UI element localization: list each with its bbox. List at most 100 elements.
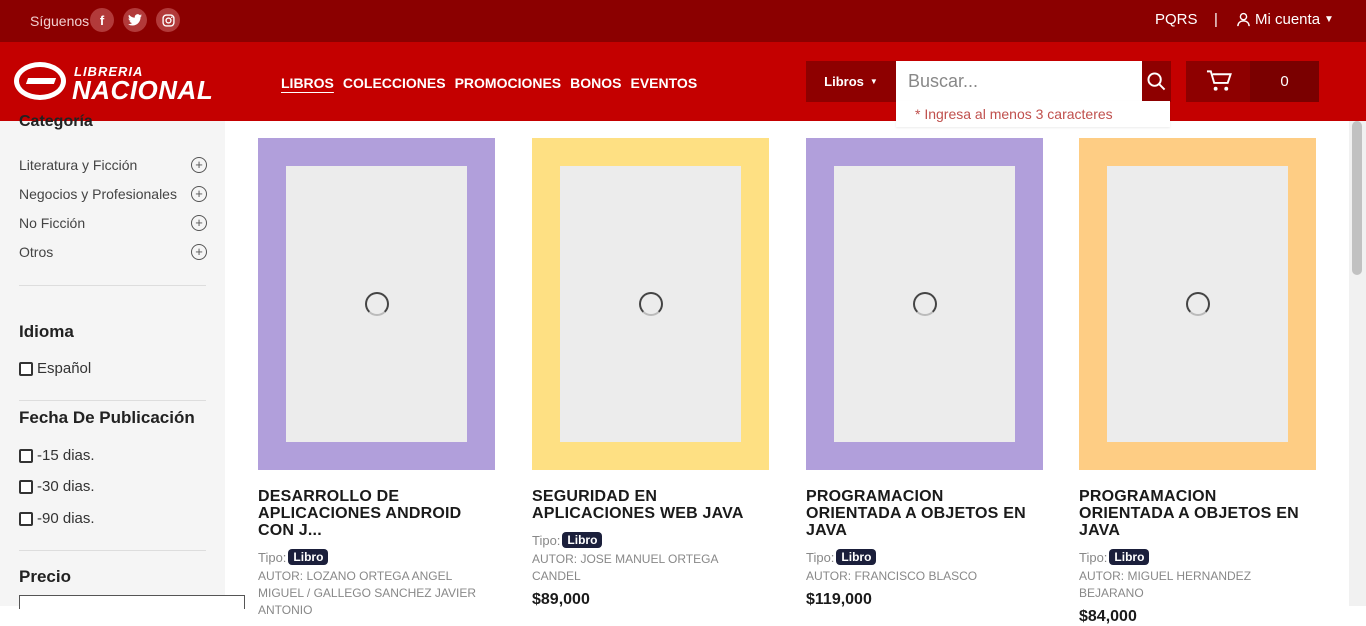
type-badge: Libro [836,549,877,565]
product-card[interactable]: DESARROLLO DE APLICACIONES ANDROID CON J… [258,138,495,619]
loading-spinner-icon [364,292,389,316]
product-cover[interactable] [258,138,495,470]
category-label: No Ficción [19,215,86,231]
search-category-select[interactable]: Libros ▼ [806,61,896,102]
product-type: Tipo: Libro [258,549,495,565]
facebook-icon[interactable]: f [90,8,114,32]
type-label: Tipo: [258,549,287,565]
product-title[interactable]: PROGRAMACION ORIENTADA A OBJETOS EN JAVA [1079,488,1316,539]
divider [19,400,206,401]
nav-bonos[interactable]: BONOS [570,75,621,91]
product-cover[interactable] [532,138,769,470]
price-title: Precio [19,567,71,586]
nav-libros[interactable]: LIBROS [281,75,334,91]
loading-spinner-icon [912,292,937,316]
date-checkbox[interactable]: -90 dias. [19,510,95,527]
product-cover[interactable] [1079,138,1316,470]
language-checkbox[interactable]: Español [19,360,91,377]
product-type: Tipo: Libro [806,549,1043,565]
expand-plus-icon[interactable]: + [191,215,207,231]
product-author: Autor: JOSE MANUEL ORTEGA CANDEL [532,552,718,583]
user-icon [1237,12,1250,27]
category-item[interactable]: No Ficción + [19,215,207,231]
product-author: Autor: FRANCISCO BLASCO [806,569,978,583]
cart-button[interactable]: 0 [1186,61,1319,102]
expand-plus-icon[interactable]: + [191,157,207,173]
search-category-label: Libros [824,74,864,89]
main-nav: LIBROS COLECCIONES PROMOCIONES BONOS EVE… [281,75,697,91]
search-hint: * Ingresa al menos 3 caracteres [896,101,1170,127]
page-scrollbar[interactable] [1349,121,1366,606]
top-bar: Síguenos f PQRS | Mi cuenta ▼ [0,0,1366,42]
checkbox[interactable] [19,511,33,526]
price-input[interactable] [19,595,245,609]
expand-plus-icon[interactable]: + [191,244,207,260]
category-item[interactable]: Literatura y Ficción + [19,157,207,173]
caret-down-icon: ▼ [1324,14,1334,25]
type-label: Tipo: [806,549,835,565]
checkbox[interactable] [19,361,33,376]
type-label: Tipo: [1079,549,1108,565]
product-price: $89,000 [532,591,590,608]
cover-placeholder [560,166,741,442]
product-title[interactable]: PROGRAMACION ORIENTADA A OBJETOS EN JAVA [806,488,1043,539]
product-cover[interactable] [806,138,1043,470]
product-card[interactable]: PROGRAMACION ORIENTADA A OBJETOS EN JAVA… [806,138,1043,609]
product-title[interactable]: DESARROLLO DE APLICACIONES ANDROID CON J… [258,488,495,539]
cover-placeholder [1107,166,1288,442]
date-title: Fecha De Publicación [19,408,195,427]
product-type: Tipo: Libro [1079,549,1316,565]
product-title[interactable]: SEGURIDAD EN APLICACIONES WEB JAVA [532,488,769,522]
type-label: Tipo: [532,532,561,548]
date-label: -15 dias. [37,447,95,464]
twitter-icon[interactable] [123,8,147,32]
product-author: Autor: LOZANO ORTEGA ANGEL MIGUEL / GALL… [258,569,477,617]
loading-spinner-icon [638,292,663,316]
search-button[interactable] [1142,61,1171,102]
date-label: -90 dias. [37,510,95,527]
type-badge: Libro [562,532,603,548]
caret-down-icon: ▼ [869,77,878,86]
divider [19,285,206,286]
pqrs-link[interactable]: PQRS [1155,11,1198,28]
cover-placeholder [834,166,1015,442]
product-price: $84,000 [1079,608,1137,625]
logo[interactable]: LIBRERIA NACIONAL [14,60,219,105]
scrollbar-thumb[interactable] [1352,121,1362,275]
language-label: Español [37,360,92,377]
instagram-icon[interactable] [156,8,180,32]
product-card[interactable]: PROGRAMACION ORIENTADA A OBJETOS EN JAVA… [1079,138,1316,626]
category-item[interactable]: Otros + [19,244,207,260]
expand-plus-icon[interactable]: + [191,186,207,202]
date-checkbox[interactable]: -30 dias. [19,478,95,495]
category-item[interactable]: Negocios y Profesionales + [19,186,207,202]
nav-colecciones[interactable]: COLECCIONES [343,75,446,91]
category-label: Negocios y Profesionales [19,186,177,202]
category-title: Categoría [19,113,93,130]
filter-sidebar: Categoría Literatura y Ficción + Negocio… [0,113,245,609]
checkbox[interactable] [19,448,33,463]
loading-spinner-icon [1185,292,1210,316]
search-icon [1147,72,1166,91]
cover-placeholder [286,166,467,442]
type-badge: Libro [1109,549,1150,565]
date-checkbox[interactable]: -15 dias. [19,447,95,464]
nav-eventos[interactable]: EVENTOS [631,75,698,91]
date-label: -30 dias. [37,478,95,495]
nav-promociones[interactable]: PROMOCIONES [455,75,562,91]
checkbox[interactable] [19,479,33,494]
category-label: Otros [19,244,54,260]
logo-mark [14,62,66,100]
product-card[interactable]: SEGURIDAD EN APLICACIONES WEB JAVA Tipo:… [532,138,769,609]
separator: | [1214,11,1218,28]
cart-icon [1206,70,1232,91]
follow-label: Síguenos [30,13,90,29]
type-badge: Libro [288,549,329,565]
product-price: $119,000 [806,591,872,608]
logo-line2: NACIONAL [72,75,214,105]
search-input[interactable] [896,61,1142,102]
account-menu[interactable]: Mi cuenta ▼ [1236,11,1334,28]
product-type: Tipo: Libro [532,532,769,548]
divider [19,550,206,551]
language-title: Idioma [19,322,74,341]
